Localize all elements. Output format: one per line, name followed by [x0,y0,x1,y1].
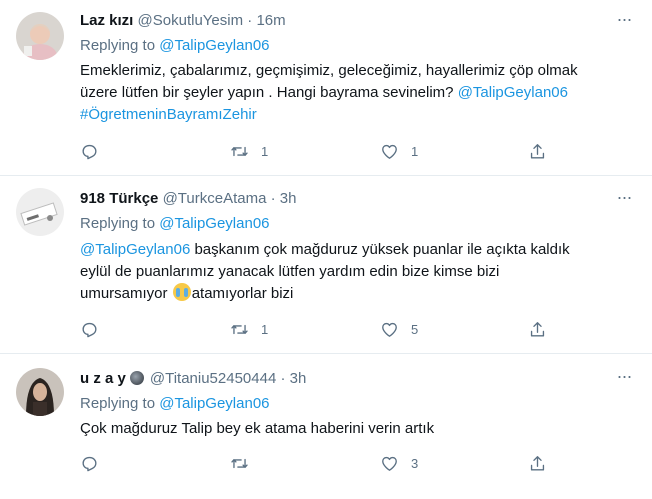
user-handle[interactable]: @Titaniu52450444 [150,370,276,387]
retweet-button[interactable] [230,453,261,473]
replying-to: Replying to @TalipGeylan06 [80,214,270,234]
avatar[interactable] [16,12,64,60]
heart-icon [382,322,397,337]
tweet-text-segment: umursamıyor [80,285,172,302]
display-name[interactable]: Laz kızı [80,12,133,29]
tweet-2[interactable]: 918 Türkçe @TurkceAtama · 3h ··· Replyin… [0,176,652,354]
share-button[interactable] [528,319,547,339]
avatar[interactable] [16,368,64,416]
retweet-icon [231,458,248,468]
heart-icon [382,144,397,159]
separator-dot: · [270,190,276,207]
display-name[interactable]: 918 Türkçe [80,190,158,207]
more-options-icon[interactable]: ··· [614,10,634,32]
share-icon [530,143,545,159]
timestamp[interactable]: 3h [280,190,297,207]
replying-to: Replying to @TalipGeylan06 [80,394,270,414]
separator-dot: · [247,12,253,29]
tweet-1[interactable]: Laz kızı @SokutluYesim · 16m ··· Replyin… [0,0,652,176]
reply-button[interactable] [80,453,111,473]
tweet-text-line: @TalipGeylan06 başkanım çok mağduruz yük… [80,239,620,261]
tweet-text-segment: atamıyorlar bizi [191,285,294,302]
like-button[interactable]: 1 [380,141,418,161]
like-count: 5 [411,321,419,337]
reply-icon [82,144,97,159]
share-icon [530,455,545,471]
user-handle[interactable]: @TurkceAtama [163,190,267,207]
like-count: 1 [411,143,419,159]
retweet-button[interactable]: 1 [230,319,268,339]
tweet-text-line: üzere lütfen bir şeyler yapın . Hangi ba… [80,82,620,104]
replying-to-handle[interactable]: @TalipGeylan06 [159,395,269,412]
heart-icon [382,456,397,471]
retweet-icon [231,146,248,156]
user-handle[interactable]: @SokutluYesim [138,12,244,29]
retweet-icon [231,324,248,334]
display-name[interactable]: u z a y [80,370,126,387]
replying-to-label: Replying to [80,395,160,412]
tweet-text: Emeklerimiz, çabalarımız, geçmişimiz, ge… [80,60,620,126]
more-options-icon[interactable]: ··· [614,367,634,389]
reply-icon [82,322,97,337]
tweet-actions: 3 [80,453,560,473]
tweet-text-line: eylül de puanlarımız yanacak lütfen yard… [80,263,500,280]
replying-to-label: Replying to [80,37,160,54]
share-button[interactable] [528,453,547,473]
tweet-actions: 1 5 [80,319,560,339]
reply-button[interactable] [80,141,111,161]
mention-link[interactable]: @TalipGeylan06 [458,84,568,101]
tweet-text-segment: üzere lütfen bir şeyler yapın . Hangi ba… [80,84,458,101]
timestamp[interactable]: 3h [290,370,307,387]
reply-icon [82,456,97,471]
replying-to-handle[interactable]: @TalipGeylan06 [159,37,269,54]
like-count: 3 [411,455,419,471]
hashtag-link[interactable]: #ÖgretmeninBayramıZehir [80,106,257,123]
share-icon [530,321,545,337]
crying-face-emoji [172,283,191,301]
more-options-icon[interactable]: ··· [614,188,634,210]
replying-to: Replying to @TalipGeylan06 [80,36,270,56]
retweet-button[interactable]: 1 [230,141,268,161]
avatar[interactable] [16,188,64,236]
tweet-header: Laz kızı @SokutluYesim · 16m [80,11,286,31]
tweet-text-line: Çok mağduruz Talip bey ek atama haberini… [80,420,435,437]
tweet-3[interactable]: u z a y @Titaniu52450444 · 3h ··· Replyin… [0,354,652,499]
like-button[interactable]: 3 [380,453,418,473]
moon-emoji-icon [129,371,144,385]
tweet-header: 918 Türkçe @TurkceAtama · 3h [80,189,296,209]
replying-to-handle[interactable]: @TalipGeylan06 [159,215,269,232]
tweet-header: u z a y @Titaniu52450444 · 3h [80,369,306,389]
tweet-text-line: umursamıyor atamıyorlar bizi [80,283,620,305]
reply-button[interactable] [80,319,111,339]
timestamp[interactable]: 16m [256,12,285,29]
tweet-actions: 1 1 [80,141,560,161]
tweet-text-line: Emeklerimiz, çabalarımız, geçmişimiz, ge… [80,62,578,79]
tweet-text: @TalipGeylan06 başkanım çok mağduruz yük… [80,239,620,305]
share-button[interactable] [528,141,547,161]
tweet-text-segment: başkanım çok mağduruz yüksek puanlar ile… [190,241,570,258]
replying-to-label: Replying to [80,215,160,232]
like-button[interactable]: 5 [380,319,418,339]
separator-dot: · [280,370,286,387]
tweet-text: Çok mağduruz Talip bey ek atama haberini… [80,418,620,440]
retweet-count: 1 [261,321,269,337]
retweet-count: 1 [261,143,269,159]
mention-link[interactable]: @TalipGeylan06 [80,241,190,258]
